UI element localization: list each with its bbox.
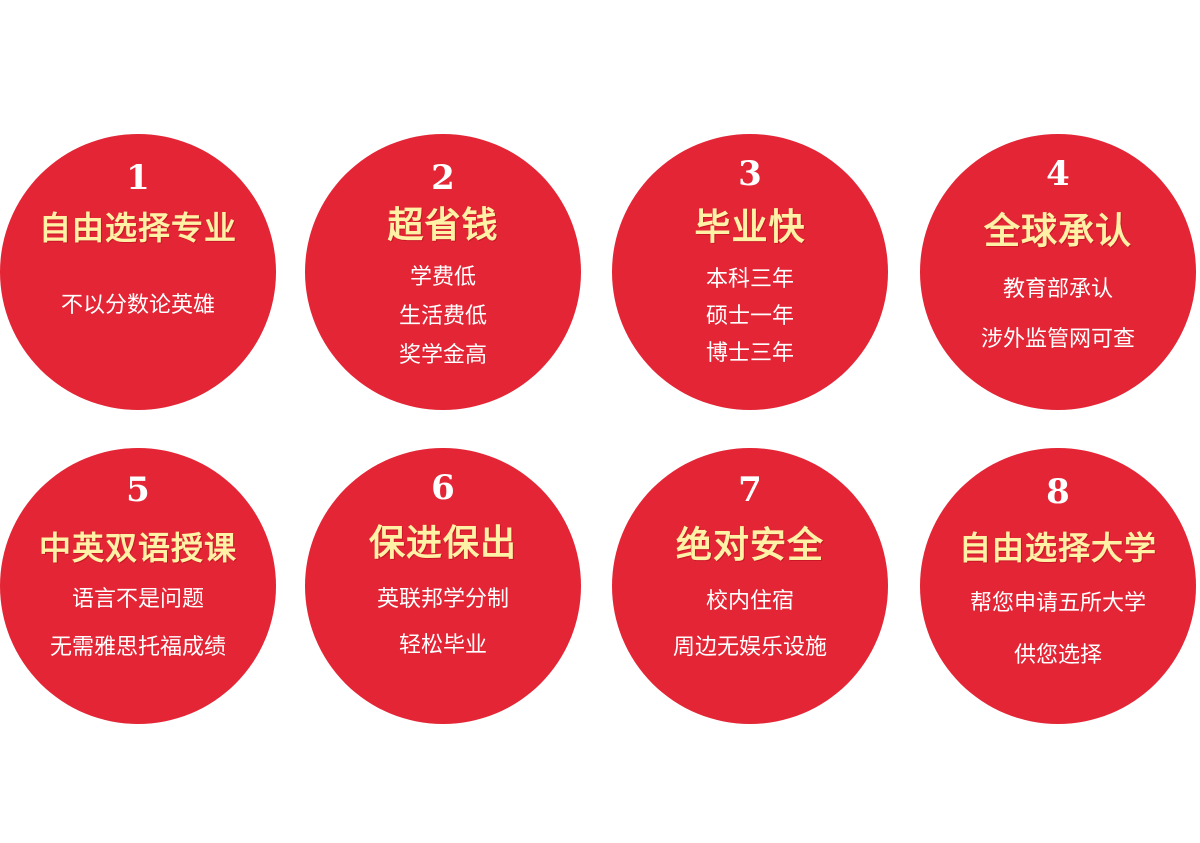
feature-heading: 全球承认 (983, 211, 1132, 252)
feature-line: 博士三年 (705, 341, 794, 366)
feature-circle-3: 3 毕业快 本科三年 硕士一年 博士三年 (612, 134, 888, 410)
feature-number: 2 (431, 158, 455, 198)
feature-line: 学费低 (409, 265, 476, 290)
feature-line: 本科三年 (705, 267, 794, 292)
feature-number: 8 (1046, 472, 1070, 512)
feature-number: 7 (738, 470, 762, 510)
feature-line: 帮您申请五所大学 (969, 591, 1146, 616)
feature-line: 语言不是问题 (71, 587, 204, 612)
feature-number: 3 (738, 154, 762, 194)
feature-line: 涉外监管网可查 (980, 327, 1135, 352)
feature-circle-2: 2 超省钱 学费低 生活费低 奖学金高 (305, 134, 581, 410)
feature-circle-4: 4 全球承认 教育部承认 涉外监管网可查 (920, 134, 1196, 410)
feature-heading: 自由选择专业 (38, 209, 237, 247)
feature-line: 周边无娱乐设施 (672, 635, 827, 660)
feature-number: 5 (126, 470, 150, 510)
feature-line: 无需雅思托福成绩 (49, 635, 226, 660)
feature-line: 生活费低 (398, 304, 487, 329)
feature-line: 奖学金高 (398, 343, 487, 368)
feature-heading: 中英双语授课 (38, 529, 237, 567)
feature-heading: 超省钱 (387, 205, 499, 246)
feature-line: 教育部承认 (1002, 277, 1113, 302)
feature-line: 供您选择 (1013, 643, 1102, 668)
feature-circle-7: 7 绝对安全 校内住宿 周边无娱乐设施 (612, 448, 888, 724)
feature-line: 轻松毕业 (398, 633, 487, 658)
feature-circle-8: 8 自由选择大学 帮您申请五所大学 供您选择 (920, 448, 1196, 724)
feature-heading: 毕业快 (694, 207, 806, 248)
feature-line: 校内住宿 (705, 589, 794, 614)
feature-line: 硕士一年 (705, 304, 794, 329)
feature-circle-1: 1 自由选择专业 不以分数论英雄 (0, 134, 276, 410)
feature-heading: 绝对安全 (675, 525, 824, 566)
feature-heading: 保进保出 (368, 523, 517, 564)
feature-circle-5: 5 中英双语授课 语言不是问题 无需雅思托福成绩 (0, 448, 276, 724)
feature-heading: 自由选择大学 (958, 529, 1157, 567)
feature-circle-6: 6 保进保出 英联邦学分制 轻松毕业 (305, 448, 581, 724)
feature-line: 英联邦学分制 (376, 587, 509, 612)
feature-line: 不以分数论英雄 (60, 293, 215, 318)
feature-number: 1 (126, 158, 150, 198)
feature-number: 6 (431, 468, 455, 508)
feature-number: 4 (1046, 154, 1070, 194)
